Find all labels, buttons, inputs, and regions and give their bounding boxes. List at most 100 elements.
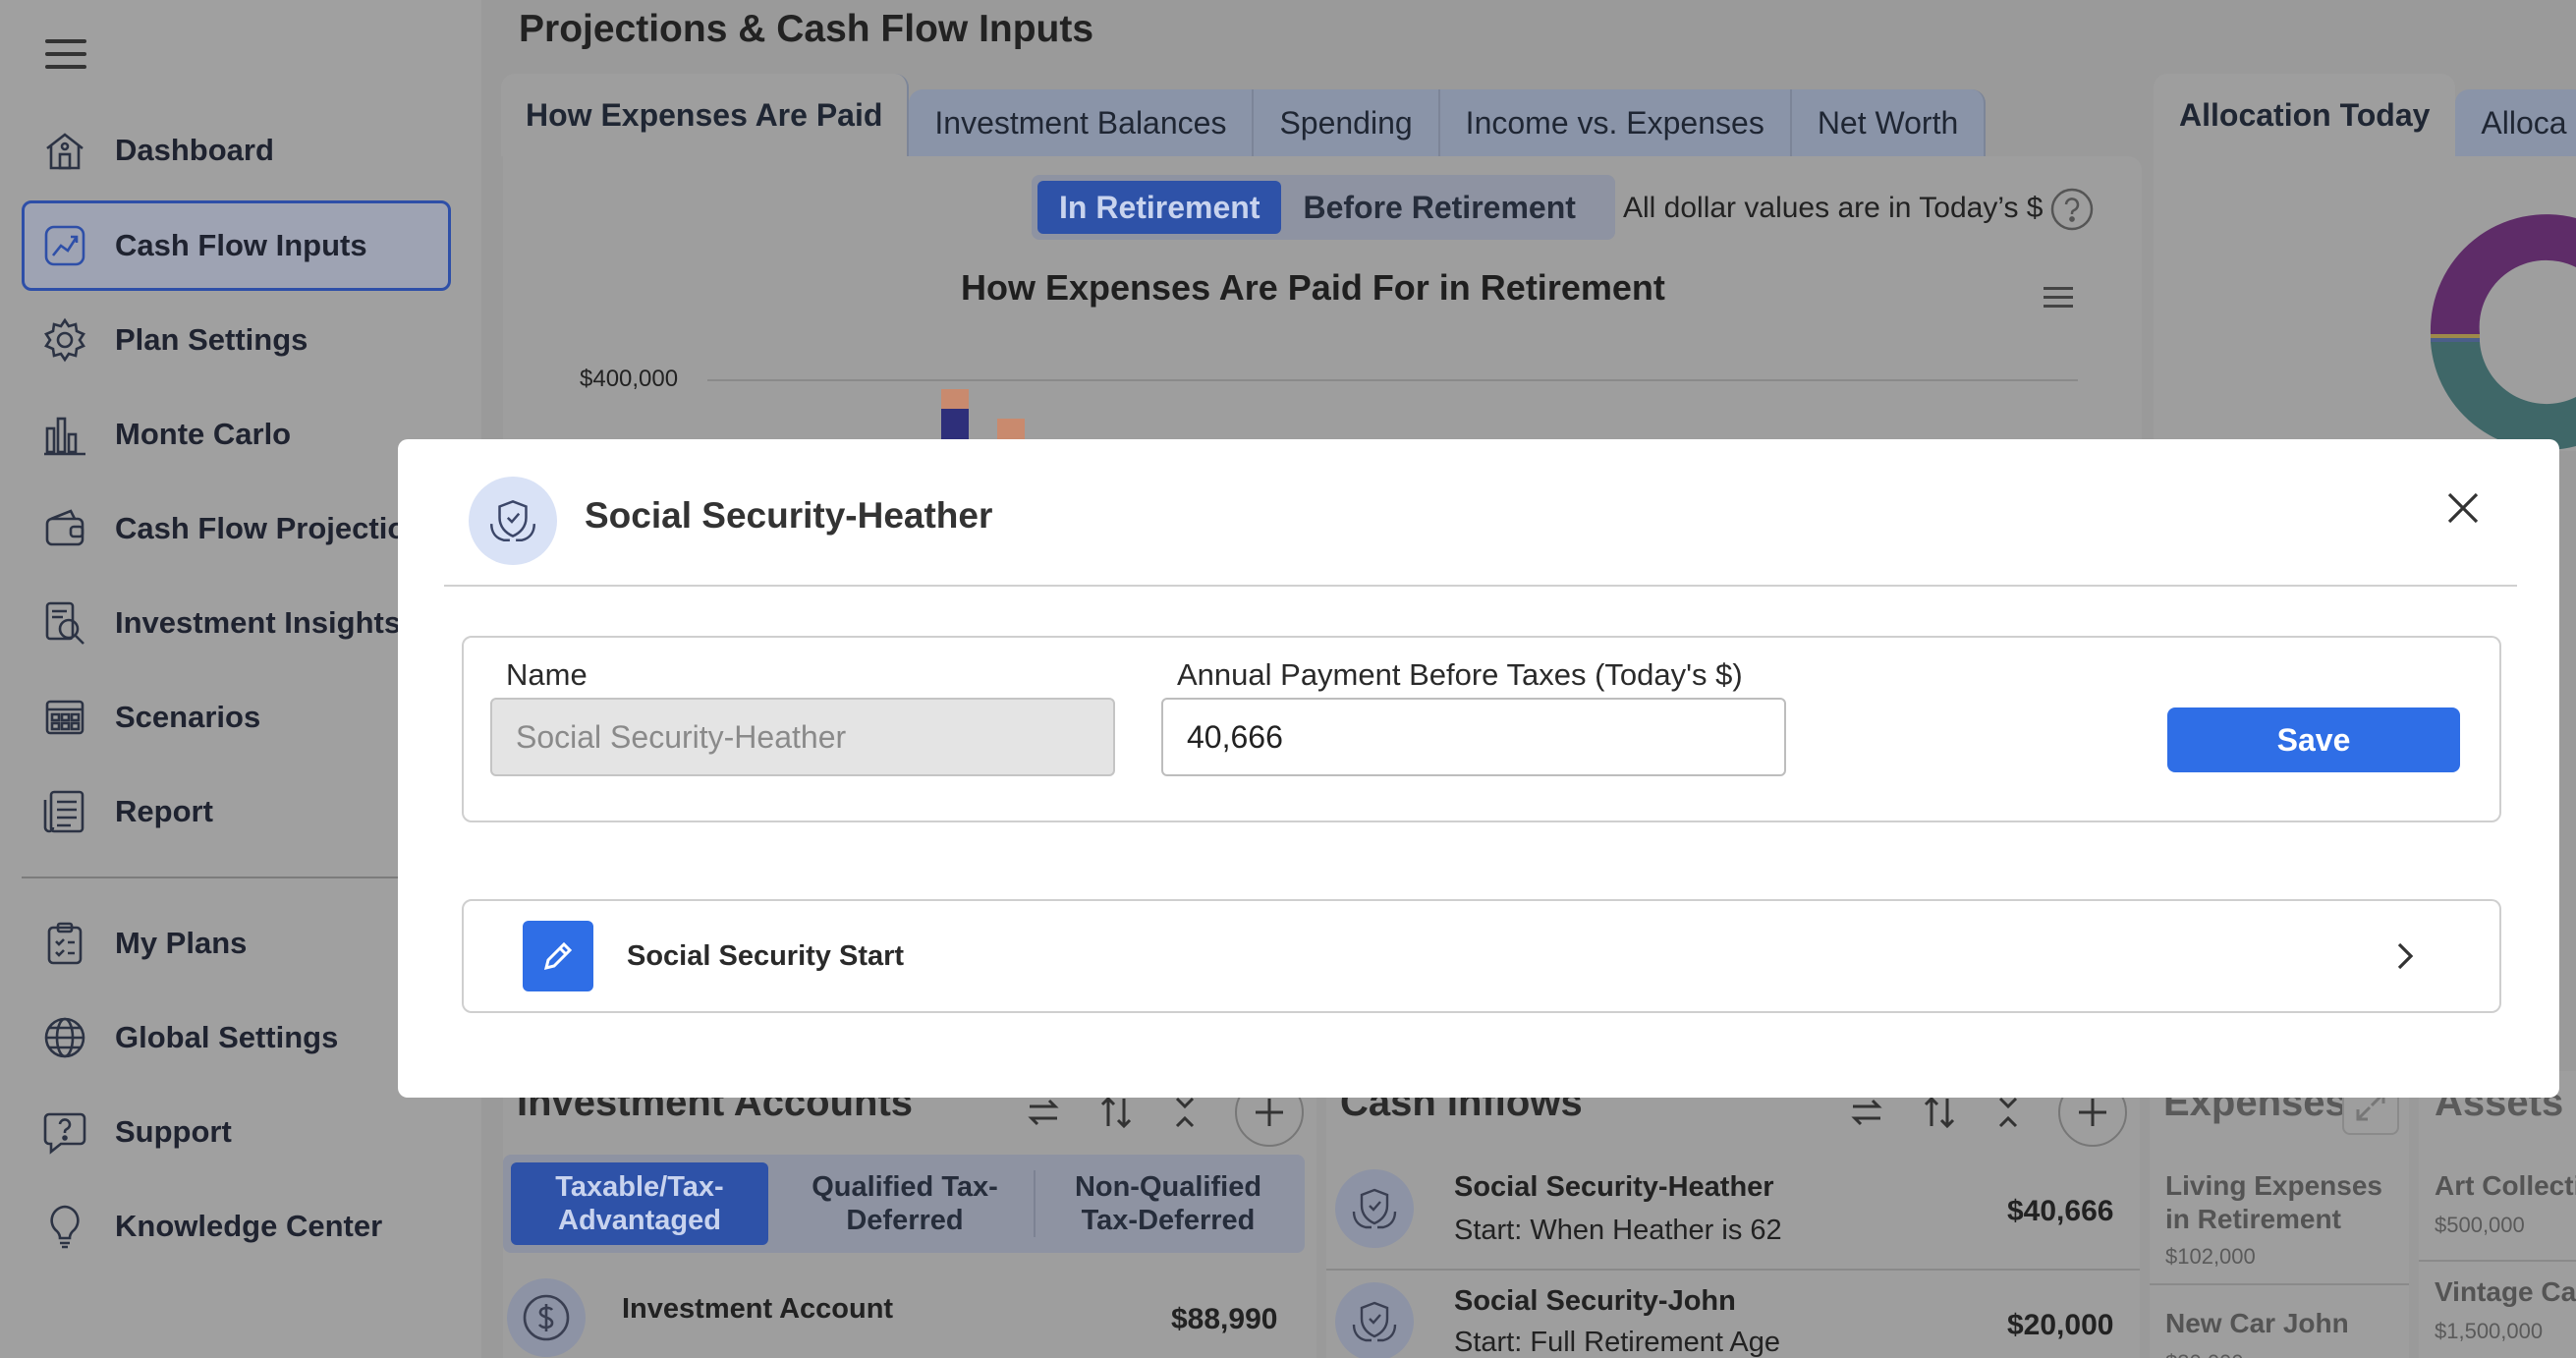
sidebar-divider: [22, 877, 454, 878]
close-icon[interactable]: [2441, 486, 2485, 530]
sidebar-item-scenarios[interactable]: Scenarios: [22, 672, 451, 763]
sidebar-item-knowledge-center[interactable]: Knowledge Center: [22, 1181, 451, 1272]
qualified-tax-deferred-button[interactable]: Qualified Tax- Deferred: [776, 1162, 1034, 1245]
plus-icon: [1256, 1099, 1283, 1126]
sidebar-item-label: Support: [115, 1114, 232, 1149]
sidebar-item-support[interactable]: Support: [22, 1087, 451, 1177]
annual-payment-input[interactable]: [1161, 698, 1786, 776]
asset-name[interactable]: Vintage Car: [2435, 1275, 2576, 1309]
sidebar-item-dashboard[interactable]: Dashboard: [22, 105, 451, 196]
sort-icon[interactable]: [1920, 1093, 1959, 1132]
insights-icon: [45, 601, 84, 645]
before-retirement-button[interactable]: Before Retirement: [1281, 181, 1596, 234]
expense-amount: $30,000: [2165, 1350, 2244, 1358]
chart-tabs: How Expenses Are Paid Investment Balance…: [501, 74, 1987, 156]
social-security-icon: [1335, 1282, 1414, 1358]
tab-investment-balances[interactable]: Investment Balances: [909, 89, 1255, 156]
sidebar-item-label: My Plans: [115, 926, 248, 960]
allocation-tabs: Allocation Today Alloca: [2154, 74, 2576, 156]
cash-inflow-amount: $20,000: [2007, 1309, 2114, 1341]
collapse-icon[interactable]: [1165, 1093, 1204, 1132]
chart-title: How Expenses Are Paid For in Retirement: [961, 267, 1665, 308]
modal-divider: [444, 585, 2517, 587]
sidebar-item-label: Investment Insights: [115, 605, 402, 640]
retirement-toggle: In Retirement Before Retirement: [1032, 175, 1615, 240]
sidebar-item-label: Monte Carlo: [115, 417, 292, 451]
gridline: [707, 379, 2078, 381]
name-input[interactable]: [490, 698, 1115, 776]
tab-allocation-target[interactable]: Alloca: [2455, 89, 2576, 156]
page-title: Projections & Cash Flow Inputs: [519, 8, 1094, 50]
collapse-icon[interactable]: [1988, 1093, 2028, 1132]
sidebar-item-cash-flow-projections[interactable]: Cash Flow Projections: [22, 483, 451, 574]
dollar-values-note: All dollar values are in Today’s $: [1623, 192, 2044, 224]
sidebar-item-plan-settings[interactable]: Plan Settings: [22, 295, 451, 385]
edit-icon[interactable]: [523, 921, 593, 991]
cash-inflow-name[interactable]: Social Security-Heather: [1454, 1171, 1774, 1204]
sidebar-item-label: Report: [115, 794, 213, 828]
sidebar-item-global-settings[interactable]: Global Settings: [22, 992, 451, 1083]
tab-allocation-today[interactable]: Allocation Today: [2154, 74, 2456, 156]
bar-segment: [941, 409, 969, 439]
support-icon: [43, 1112, 86, 1155]
dollar-circle-icon: [507, 1278, 586, 1357]
option-line: Non-Qualified: [1074, 1171, 1262, 1203]
social-security-start-label: Social Security Start: [627, 940, 905, 972]
asset-amount: $500,000: [2435, 1213, 2525, 1237]
swap-icon[interactable]: [1024, 1093, 1063, 1132]
scenarios-icon: [45, 700, 84, 735]
save-button[interactable]: Save: [2167, 707, 2460, 772]
sidebar-item-report[interactable]: Report: [22, 766, 451, 857]
social-security-start-row[interactable]: Social Security Start: [462, 899, 2501, 1013]
clipboard-icon: [47, 922, 83, 965]
sidebar-item-label: Global Settings: [115, 1020, 339, 1054]
investment-account-name[interactable]: Investment Account: [622, 1293, 893, 1326]
swap-icon[interactable]: [1847, 1093, 1886, 1132]
taxable-tax-advantaged-button[interactable]: Taxable/Tax- Advantaged: [511, 1162, 768, 1245]
in-retirement-button[interactable]: In Retirement: [1037, 181, 1282, 234]
social-security-icon: [1335, 1169, 1414, 1248]
help-icon[interactable]: [2049, 187, 2095, 232]
sidebar-item-investment-insights[interactable]: Investment Insights: [22, 578, 451, 668]
bar-segment: [941, 389, 969, 409]
allocation-donut: [2430, 214, 2576, 450]
tab-spending[interactable]: Spending: [1254, 89, 1440, 156]
option-line: Taxable/Tax-: [555, 1171, 724, 1203]
option-line: Deferred: [846, 1205, 964, 1236]
expense-amount: $102,000: [2165, 1244, 2256, 1269]
asset-name[interactable]: Art Collection: [2435, 1169, 2576, 1203]
cash-inflow-name[interactable]: Social Security-John: [1454, 1285, 1736, 1318]
y-tick-label: $400,000: [580, 366, 679, 392]
chart-icon: [44, 225, 85, 266]
sidebar-item-my-plans[interactable]: My Plans: [22, 898, 451, 989]
sidebar-item-label: Cash Flow Projections: [115, 511, 442, 545]
donut-segment-blue: [2431, 338, 2480, 342]
donut-segment-purple: [2430, 214, 2576, 334]
expense-name[interactable]: New Car John: [2165, 1307, 2349, 1340]
option-line: Qualified Tax-: [812, 1171, 998, 1203]
chart-menu-icon[interactable]: [2044, 287, 2073, 309]
sidebar-item-label: Dashboard: [115, 133, 274, 167]
asset-amount: $1,500,000: [2435, 1319, 2544, 1343]
bar-chart-icon: [44, 417, 85, 456]
sidebar-item-monte-carlo[interactable]: Monte Carlo: [22, 389, 451, 480]
account-type-toggle: Taxable/Tax- Advantaged Qualified Tax- Def…: [503, 1155, 1305, 1253]
plus-icon: [2079, 1099, 2106, 1126]
tab-income-vs-expenses[interactable]: Income vs. Expenses: [1439, 89, 1792, 156]
row-divider: [1326, 1269, 2140, 1271]
wallet-icon: [45, 509, 84, 546]
sidebar-item-cash-flow-inputs[interactable]: Cash Flow Inputs: [22, 200, 451, 291]
investment-account-amount: $88,990: [1171, 1303, 1278, 1335]
tab-how-expenses-are-paid[interactable]: How Expenses Are Paid: [501, 74, 910, 156]
expense-name[interactable]: Living Expenses in Retirement: [2165, 1169, 2382, 1236]
non-qualified-tax-deferred-button[interactable]: Non-Qualified Tax-Deferred: [1039, 1162, 1297, 1245]
social-security-icon: [469, 477, 557, 565]
sidebar-item-label: Plan Settings: [115, 322, 308, 357]
annual-payment-label: Annual Payment Before Taxes (Today's $): [1177, 657, 1743, 692]
option-line: Tax-Deferred: [1081, 1205, 1256, 1236]
tab-net-worth[interactable]: Net Worth: [1791, 89, 1987, 156]
menu-icon[interactable]: [45, 39, 86, 69]
cash-inflow-start: Start: Full Retirement Age: [1454, 1327, 1781, 1358]
sort-icon[interactable]: [1096, 1093, 1136, 1132]
chevron-right-icon: [2397, 942, 2414, 970]
